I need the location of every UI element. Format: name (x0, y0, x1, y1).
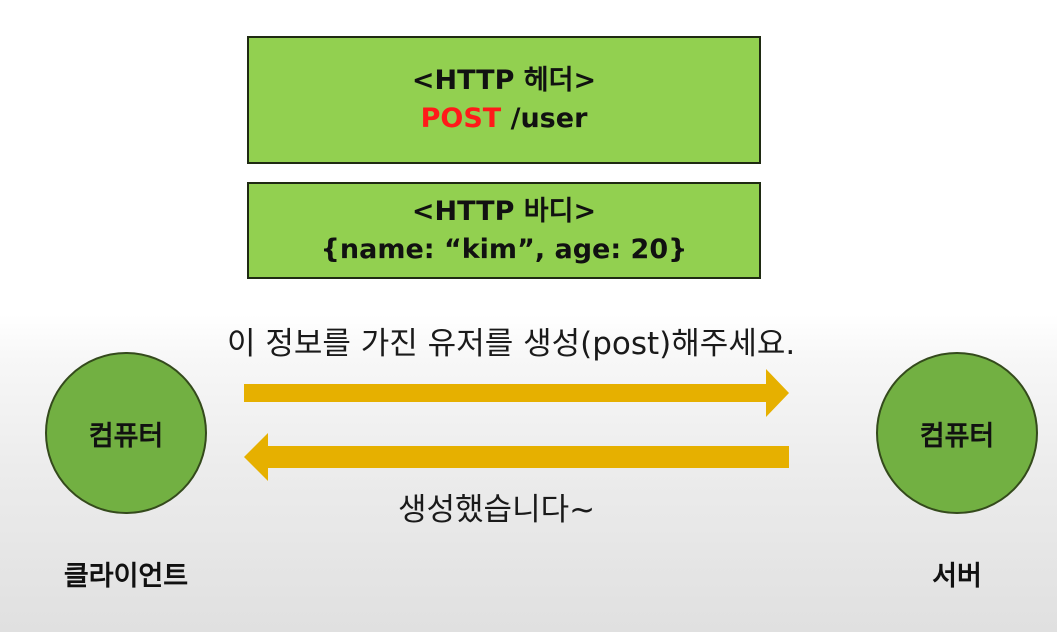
arrows-layer (244, 369, 789, 481)
server-role-label: 서버 (932, 561, 982, 592)
response-arrow (244, 433, 789, 481)
server-node-label: 컴퓨터 (919, 420, 995, 452)
client-node-label: 컴퓨터 (88, 420, 164, 452)
response-caption: 생성했습니다~ (398, 492, 596, 528)
server-computer-node: 컴퓨터 (876, 352, 1038, 514)
client-computer-node: 컴퓨터 (45, 352, 207, 514)
client-role-label: 클라이언트 (63, 561, 189, 592)
request-arrow (244, 369, 789, 417)
